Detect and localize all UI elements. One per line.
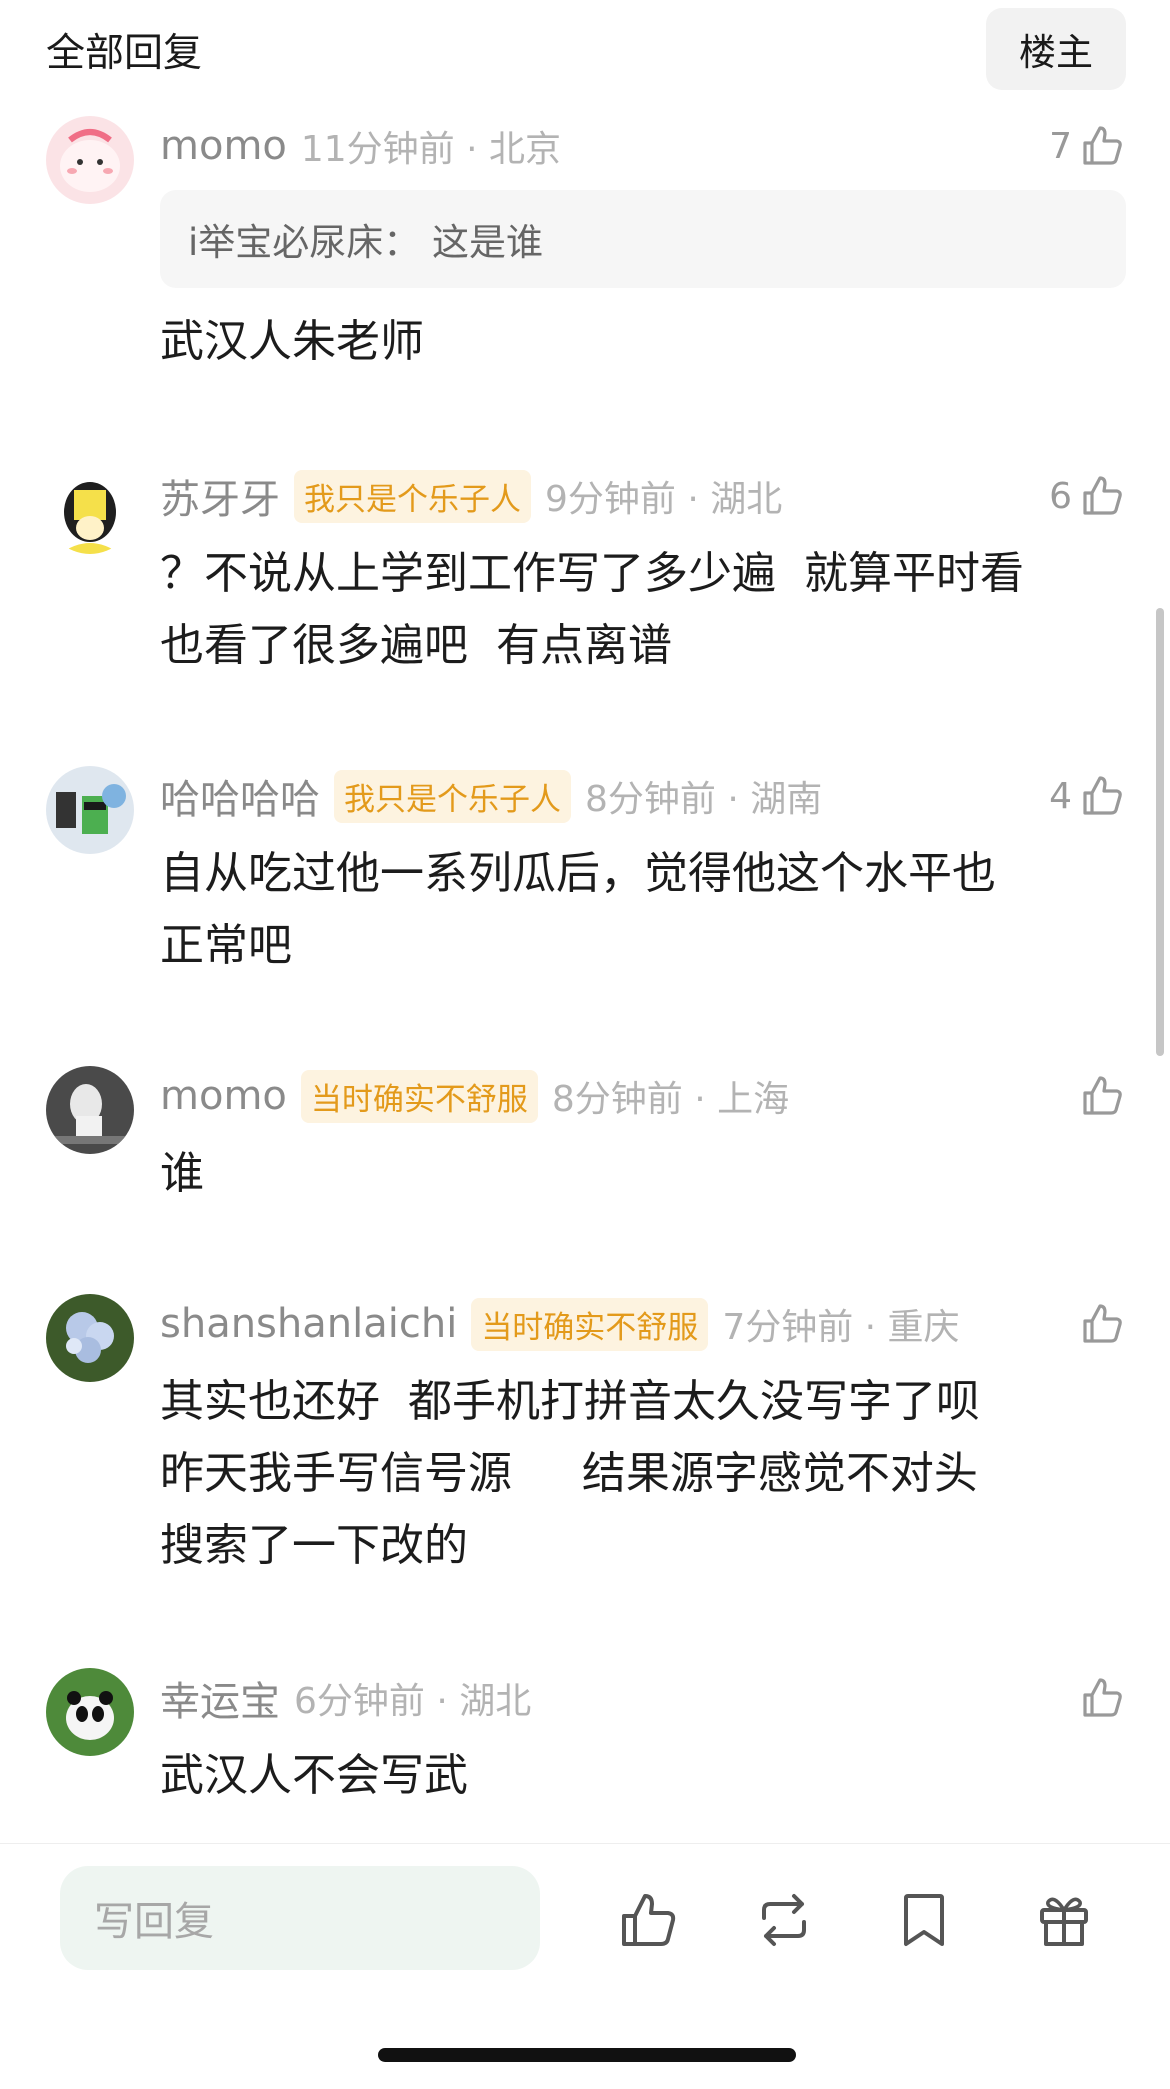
- thumbs-up-icon: [1083, 776, 1122, 815]
- comment-text: 其实也还好 都手机打拼音太久没写字了呗 昨天我手写信号源 结果源字感觉不对头 搜…: [160, 1376, 980, 1571]
- comment-text: ？不说从上学到工作写了多少遍 就算平时看 也看了很多遍吧 有点离谱: [160, 548, 1024, 671]
- avatar[interactable]: [46, 1668, 134, 1756]
- comment-text: 武汉人朱老师: [160, 316, 424, 367]
- username[interactable]: momo: [160, 1073, 287, 1119]
- timestamp-location: 6分钟前 · 湖北: [294, 1681, 532, 1722]
- user-badge: 我只是个乐子人: [334, 769, 571, 823]
- like-button[interactable]: 6: [1049, 466, 1126, 526]
- header: 全部回复 楼主: [0, 0, 1170, 100]
- timestamp-location: 9分钟前 · 湖北: [545, 479, 783, 520]
- avatar[interactable]: [46, 1294, 134, 1382]
- avatar[interactable]: [46, 116, 134, 204]
- comment-meta: 幸运宝 6分钟前 · 湖北: [160, 1668, 531, 1728]
- like-button[interactable]: [1078, 1066, 1126, 1126]
- repost-icon[interactable]: [752, 1888, 816, 1952]
- bookmark-icon[interactable]: [892, 1888, 956, 1952]
- like-button[interactable]: [1078, 1294, 1126, 1354]
- comment-text: 谁: [160, 1148, 204, 1199]
- timestamp-location: 8分钟前 · 湖南: [585, 779, 823, 820]
- comment-text: 武汉人不会写武: [160, 1750, 468, 1801]
- like-count: 4: [1049, 775, 1072, 817]
- avatar[interactable]: [46, 766, 134, 854]
- comment-meta: shanshanlaichi 当时确实不舒服 7分钟前 · 重庆: [160, 1294, 960, 1354]
- comment-meta: momo 当时确实不舒服 8分钟前 · 上海: [160, 1066, 789, 1126]
- avatar[interactable]: [46, 466, 134, 554]
- thumbs-up-icon: [1083, 1678, 1122, 1717]
- like-button[interactable]: [1078, 1668, 1126, 1728]
- comment-text: 自从吃过他一系列瓜后，觉得他这个水平也 正常吧: [160, 848, 996, 971]
- scrollbar[interactable]: [1156, 608, 1164, 1056]
- like-button[interactable]: 4: [1049, 766, 1126, 826]
- like-count: 6: [1049, 475, 1072, 517]
- owner-only-button[interactable]: 楼主: [986, 8, 1126, 90]
- thumbs-up-icon: [1083, 126, 1122, 165]
- username[interactable]: 幸运宝: [160, 1669, 280, 1727]
- avatar[interactable]: [46, 1066, 134, 1154]
- thumbs-up-icon[interactable]: [616, 1888, 680, 1952]
- user-badge: 当时确实不舒服: [300, 1069, 538, 1123]
- thumbs-up-icon: [1083, 1076, 1122, 1115]
- username[interactable]: 苏牙牙: [160, 467, 280, 525]
- username[interactable]: 哈哈哈哈: [160, 767, 320, 825]
- thumbs-up-icon: [1083, 1304, 1122, 1343]
- comment-meta: 哈哈哈哈 我只是个乐子人 8分钟前 · 湖南: [160, 766, 822, 826]
- like-button[interactable]: 7: [1049, 116, 1126, 176]
- thumbs-up-icon: [1083, 476, 1122, 515]
- page-title: 全部回复: [46, 31, 203, 76]
- gift-icon[interactable]: [1032, 1888, 1096, 1952]
- like-count: 7: [1049, 125, 1072, 167]
- comment-meta: momo 11分钟前 · 北京: [160, 116, 561, 176]
- username[interactable]: momo: [160, 123, 287, 169]
- username[interactable]: shanshanlaichi: [160, 1301, 457, 1347]
- user-badge: 当时确实不舒服: [471, 1297, 709, 1351]
- user-badge: 我只是个乐子人: [294, 469, 531, 523]
- timestamp-location: 8分钟前 · 上海: [551, 1079, 790, 1120]
- timestamp-location: 7分钟前 · 重庆: [722, 1307, 960, 1348]
- home-indicator[interactable]: [378, 2048, 796, 2062]
- comment-meta: 苏牙牙 我只是个乐子人 9分钟前 · 湖北: [160, 466, 782, 526]
- quoted-reply[interactable]: i举宝必尿床： 这是谁: [160, 190, 1126, 288]
- reply-input[interactable]: 写回复: [60, 1866, 540, 1970]
- timestamp-location: 11分钟前 · 北京: [300, 129, 562, 170]
